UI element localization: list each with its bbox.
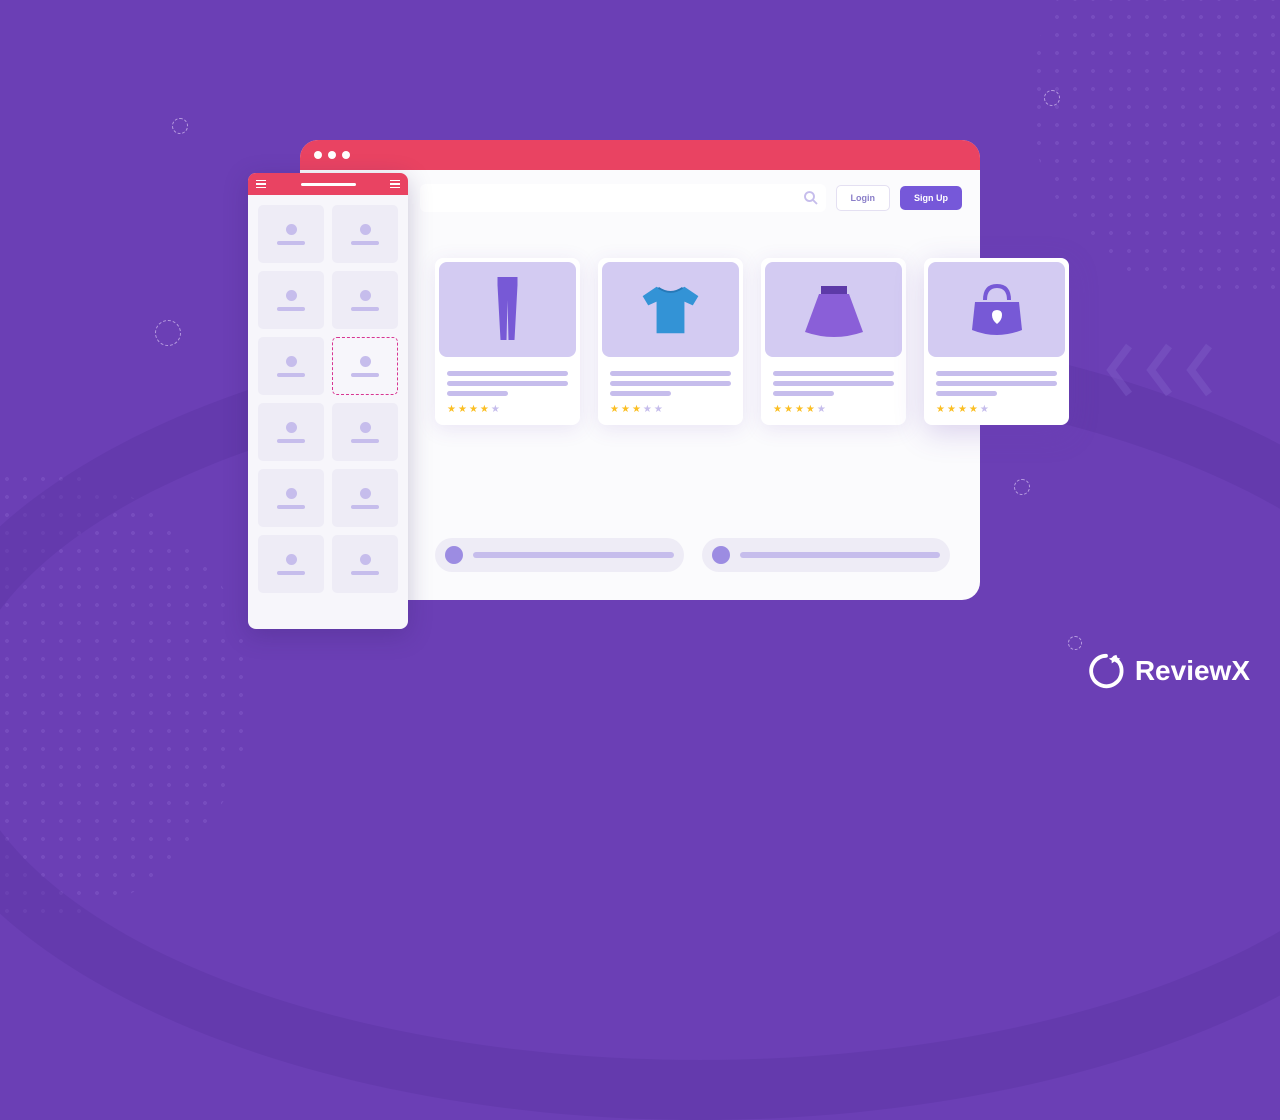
widget-item[interactable] (258, 403, 324, 461)
product-card[interactable]: ★★★★★ (435, 258, 580, 425)
placeholder-line (936, 381, 1057, 386)
menu-icon[interactable] (256, 180, 266, 189)
widget-item[interactable] (332, 205, 398, 263)
reviewx-icon (1087, 652, 1125, 690)
decorative-chevrons (1100, 340, 1220, 400)
product-image (765, 262, 902, 357)
decorative-dots (1030, 0, 1280, 300)
window-control-minimize[interactable] (328, 151, 336, 159)
widget-item[interactable] (332, 535, 398, 593)
tshirt-icon (638, 280, 703, 340)
brand-logo: ReviewX (1087, 652, 1250, 690)
widget-item[interactable] (258, 337, 324, 395)
placeholder-line (936, 371, 1057, 376)
placeholder-line (740, 552, 941, 558)
placeholder-line (936, 391, 997, 396)
placeholder-line (447, 391, 508, 396)
search-input[interactable] (420, 184, 826, 212)
widget-panel-header (248, 173, 408, 195)
widget-panel (248, 173, 408, 629)
handbag-icon (967, 282, 1027, 337)
avatar-dot (712, 546, 730, 564)
brand-name: ReviewX (1135, 655, 1250, 687)
widget-item[interactable] (332, 469, 398, 527)
widget-item[interactable] (258, 205, 324, 263)
window-control-maximize[interactable] (342, 151, 350, 159)
login-button[interactable]: Login (836, 185, 891, 211)
product-card[interactable]: ★★★★★ (598, 258, 743, 425)
placeholder-line (773, 371, 894, 376)
product-card[interactable]: ★★★★★ (924, 258, 1069, 425)
signup-button[interactable]: Sign Up (900, 186, 962, 210)
decorative-circle (155, 320, 181, 346)
skirt-icon (799, 282, 869, 337)
widget-item[interactable] (258, 469, 324, 527)
bottom-item (435, 538, 684, 572)
widget-grid (248, 195, 408, 603)
placeholder-line (447, 381, 568, 386)
decorative-circle (1044, 90, 1060, 106)
decorative-circle (172, 118, 188, 134)
placeholder-line (473, 552, 674, 558)
placeholder-line (447, 371, 568, 376)
rating-stars: ★★★★★ (773, 404, 894, 415)
placeholder-line (610, 381, 731, 386)
placeholder-line (610, 371, 731, 376)
product-image (439, 262, 576, 357)
placeholder-line (773, 391, 834, 396)
bottom-item (702, 538, 951, 572)
widget-item-dragging[interactable] (332, 337, 398, 395)
widget-item[interactable] (332, 403, 398, 461)
bottom-area (435, 538, 950, 572)
placeholder-line (773, 381, 894, 386)
rating-stars: ★★★★★ (447, 404, 568, 415)
decorative-circle (1068, 636, 1082, 650)
widget-item[interactable] (258, 535, 324, 593)
pants-icon (485, 275, 530, 345)
product-list: ★★★★★ ★★★★★ (435, 258, 1069, 425)
widget-item[interactable] (258, 271, 324, 329)
window-header (300, 140, 980, 170)
rating-stars: ★★★★★ (936, 404, 1057, 415)
window-control-close[interactable] (314, 151, 322, 159)
rating-stars: ★★★★★ (610, 404, 731, 415)
decorative-circle (1014, 479, 1030, 495)
panel-title-bar (301, 183, 356, 186)
widget-item[interactable] (332, 271, 398, 329)
product-image (928, 262, 1065, 357)
product-image (602, 262, 739, 357)
placeholder-line (610, 391, 671, 396)
search-icon (802, 189, 820, 207)
product-card[interactable]: ★★★★★ (761, 258, 906, 425)
menu-icon[interactable] (390, 180, 400, 189)
avatar-dot (445, 546, 463, 564)
